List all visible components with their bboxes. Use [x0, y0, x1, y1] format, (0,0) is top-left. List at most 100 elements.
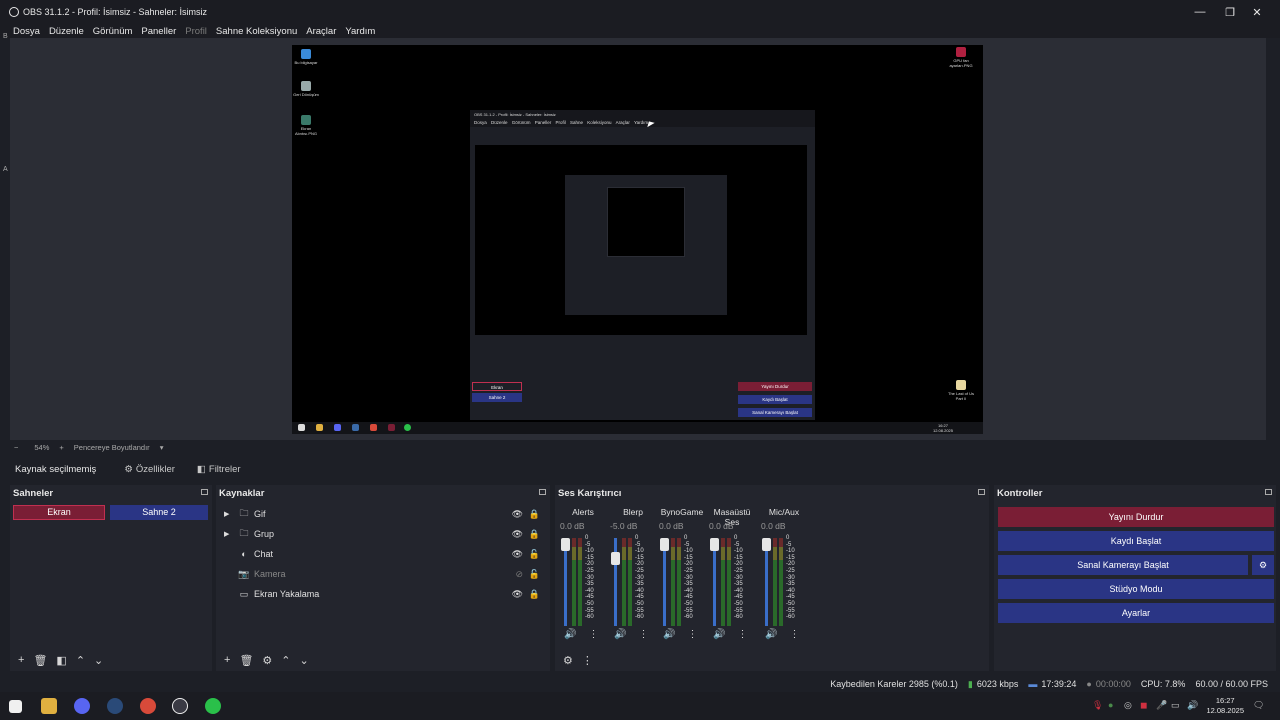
unlock-icon[interactable]: 🔓: [529, 549, 540, 560]
scale-tick-label: -45: [684, 594, 693, 601]
tray-app-icon[interactable]: ◼: [1140, 700, 1147, 711]
volume-slider[interactable]: [660, 538, 669, 626]
lock-icon[interactable]: 🔒: [529, 509, 540, 520]
scene-filters-icon[interactable]: ◧: [56, 654, 66, 667]
trash-icon[interactable]: 🗑: [239, 654, 253, 667]
expand-caret-icon[interactable]: ▶: [224, 510, 234, 518]
channel-menu-icon[interactable]: ⋮: [638, 629, 648, 640]
fit-to-window-label[interactable]: Pencereye Boyutlandır: [74, 443, 150, 452]
mute-icon[interactable]: 🔊: [663, 629, 675, 640]
stop-stream-button[interactable]: Yayını Durdur: [998, 507, 1274, 527]
taskbar-clock[interactable]: 16:27 12.08.2025: [1206, 696, 1244, 716]
studio-mode-button[interactable]: Stüdyo Modu: [998, 579, 1274, 599]
menu-profile[interactable]: Profil: [185, 26, 207, 37]
move-up-icon[interactable]: ⌃: [76, 654, 85, 667]
dock-float-icon[interactable]: [201, 489, 208, 495]
volume-slider[interactable]: [762, 538, 771, 626]
menu-file[interactable]: Dosya: [13, 26, 40, 37]
source-item[interactable]: ▶ 🗀 Grup 👁 🔒: [216, 524, 550, 544]
advanced-audio-icon[interactable]: ⚙: [563, 654, 573, 667]
dock-float-icon[interactable]: [539, 489, 546, 495]
source-item[interactable]: ▶ 🗀 Gif 👁 🔒: [216, 504, 550, 524]
move-up-icon[interactable]: ⌃: [281, 654, 290, 667]
channel-menu-icon[interactable]: ⋮: [588, 629, 598, 640]
eye-icon[interactable]: 👁: [512, 549, 523, 560]
obs-icon[interactable]: [172, 698, 188, 714]
lock-icon[interactable]: 🔒: [529, 529, 540, 540]
windows-start-icon[interactable]: [9, 700, 22, 713]
move-down-icon[interactable]: ⌄: [94, 654, 103, 667]
source-item[interactable]: ◐ Chat 👁 🔓: [216, 544, 550, 564]
chrome-icon[interactable]: [140, 698, 156, 714]
zoom-out-button[interactable]: −: [14, 443, 18, 452]
eye-icon[interactable]: 👁: [512, 529, 523, 540]
expand-caret-icon[interactable]: ▶: [224, 530, 234, 538]
channel-name: BynoGame: [660, 507, 704, 517]
volume-slider-handle[interactable]: [561, 538, 570, 551]
menu-tools[interactable]: Araçlar: [306, 26, 336, 37]
unlock-icon[interactable]: 🔓: [529, 569, 540, 580]
channel-menu-icon[interactable]: ⋮: [789, 629, 799, 640]
gear-icon[interactable]: ⚙: [262, 654, 272, 667]
dock-float-icon[interactable]: [1265, 489, 1272, 495]
volume-slider-handle[interactable]: [710, 538, 719, 551]
start-record-button[interactable]: Kaydı Başlat: [998, 531, 1274, 551]
menu-scene-collection[interactable]: Sahne Koleksiyonu: [216, 26, 297, 37]
properties-button[interactable]: ⚙ Özellikler: [124, 464, 175, 475]
mute-icon[interactable]: 🔊: [713, 629, 725, 640]
channel-menu-icon[interactable]: ⋮: [737, 629, 747, 640]
menu-help[interactable]: Yardım: [345, 26, 375, 37]
chevron-down-icon[interactable]: ▾: [160, 443, 164, 452]
add-source-button[interactable]: +: [224, 654, 230, 666]
nvidia-icon[interactable]: ●: [1108, 700, 1113, 710]
channel-menu-icon[interactable]: ⋮: [687, 629, 697, 640]
volume-icon[interactable]: 🔊: [1187, 700, 1198, 711]
eye-icon[interactable]: 👁: [512, 509, 523, 520]
menu-docks[interactable]: Paneller: [141, 26, 176, 37]
volume-slider[interactable]: [611, 538, 620, 626]
more-options-icon[interactable]: ⋮: [582, 654, 593, 667]
volume-slider-handle[interactable]: [660, 538, 669, 551]
mic-muted-icon[interactable]: 🎙: [1092, 700, 1103, 711]
source-item[interactable]: ▭ Ekran Yakalama 👁 🔒: [216, 584, 550, 604]
move-down-icon[interactable]: ⌄: [300, 654, 309, 667]
filters-button[interactable]: ◧ Filtreler: [197, 464, 241, 475]
zoom-in-button[interactable]: +: [59, 443, 63, 452]
settings-button[interactable]: Ayarlar: [998, 603, 1274, 623]
scene-item-sahne-2[interactable]: Sahne 2: [110, 505, 208, 520]
whatsapp-icon[interactable]: [205, 698, 221, 714]
dock-float-icon[interactable]: [978, 489, 985, 495]
file-explorer-icon[interactable]: [41, 698, 57, 714]
volume-slider[interactable]: [710, 538, 719, 626]
scale-tick-label: -20: [635, 561, 644, 568]
nested-obs-window: OBS 31.1.2 - Profil: İsimsiz - Sahneler:…: [470, 110, 815, 420]
microphone-icon[interactable]: 🎤: [1156, 700, 1167, 711]
gear-icon: ⚙: [1258, 560, 1268, 570]
preview-screen[interactable]: Bu bilgisayar Geri Dönüşüm Ekran Alıntıs…: [292, 45, 983, 434]
virtualcam-settings-button[interactable]: ⚙: [1252, 555, 1274, 575]
mute-icon[interactable]: 🔊: [564, 629, 576, 640]
menu-edit[interactable]: Düzenle: [49, 26, 84, 37]
lock-icon[interactable]: 🔒: [529, 589, 540, 600]
scale-tick-label: -5: [585, 541, 591, 548]
network-icon[interactable]: ▭: [1171, 700, 1180, 711]
eye-hidden-icon[interactable]: ⊘: [515, 569, 523, 580]
menu-view[interactable]: Görünüm: [93, 26, 133, 37]
steam-icon[interactable]: [107, 698, 123, 714]
scale-tick-label: -5: [786, 541, 792, 548]
steam-tray-icon[interactable]: ◎: [1124, 700, 1132, 711]
scene-item-ekran[interactable]: Ekran: [13, 505, 105, 520]
volume-slider-handle[interactable]: [611, 552, 620, 565]
eye-icon[interactable]: 👁: [512, 589, 523, 600]
discord-icon[interactable]: [74, 698, 90, 714]
start-virtualcam-button[interactable]: Sanal Kamerayı Başlat: [998, 555, 1248, 575]
source-item[interactable]: 📷 Kamera ⊘ 🔓: [216, 564, 550, 584]
add-scene-button[interactable]: +: [18, 654, 24, 666]
close-button[interactable]: ✕: [1234, 0, 1280, 24]
mute-icon[interactable]: 🔊: [765, 629, 777, 640]
mute-icon[interactable]: 🔊: [614, 629, 626, 640]
volume-slider[interactable]: [561, 538, 570, 626]
trash-icon[interactable]: 🗑: [33, 654, 47, 667]
volume-slider-handle[interactable]: [762, 538, 771, 551]
notification-icon[interactable]: 🗨: [1253, 700, 1264, 711]
